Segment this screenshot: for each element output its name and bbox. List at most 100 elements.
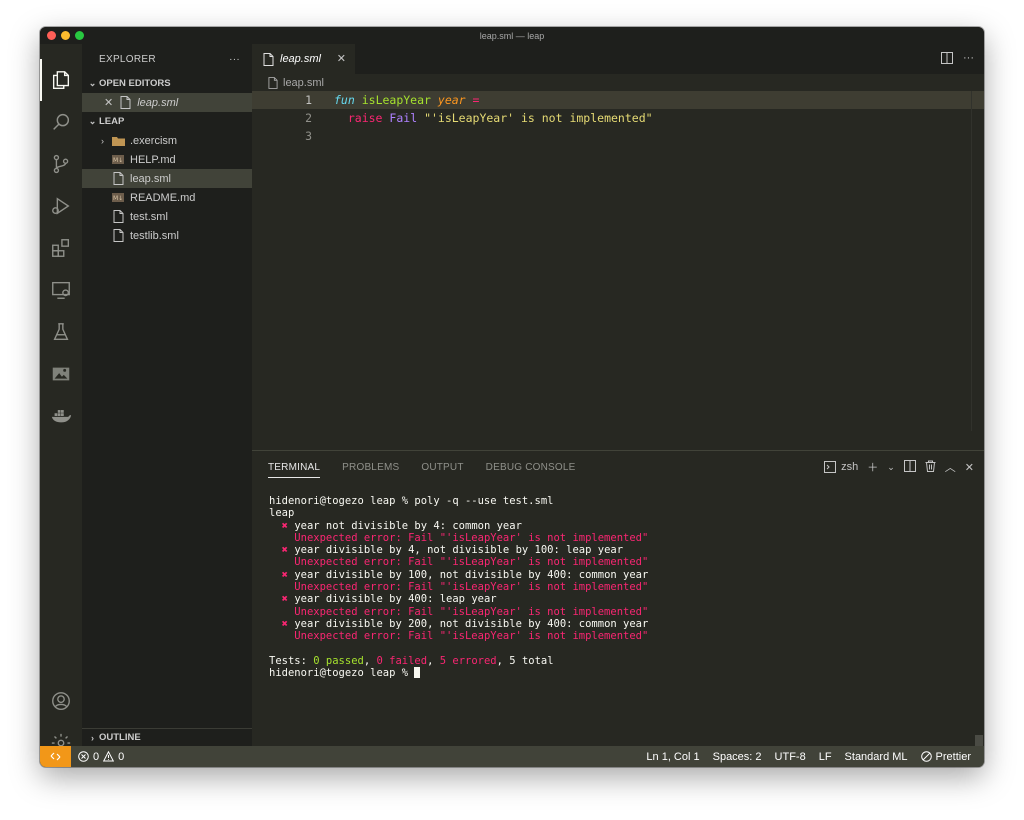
- scrollbar-track[interactable]: [971, 91, 972, 431]
- editor-actions: ···: [941, 52, 974, 67]
- indentation[interactable]: Spaces: 2: [713, 751, 762, 763]
- test-error: Unexpected error: Fail "'isLeapYear' is …: [294, 605, 649, 618]
- encoding[interactable]: UTF-8: [775, 751, 806, 763]
- run-debug-icon[interactable]: [40, 185, 82, 227]
- close-icon[interactable]: ✕: [104, 96, 113, 109]
- tree-item-help[interactable]: M↓ HELP.md: [82, 150, 252, 169]
- chevron-down-icon[interactable]: ⌄: [887, 462, 895, 473]
- outline-section[interactable]: › OUTLINE: [82, 728, 252, 746]
- test-error: Unexpected error: Fail "'isLeapYear' is …: [294, 556, 649, 569]
- test-error: Unexpected error: Fail "'isLeapYear' is …: [294, 531, 649, 544]
- line-number: 1: [305, 93, 312, 107]
- remote-indicator-icon[interactable]: [40, 746, 71, 767]
- code-editor[interactable]: 1 fun isLeapYear year = 2 raise Fail "'i…: [252, 91, 984, 145]
- title-bar: leap.sml — leap: [40, 27, 984, 44]
- status-right: Ln 1, Col 1 Spaces: 2 UTF-8 LF Standard …: [646, 746, 971, 767]
- tab-label: leap.sml: [280, 53, 321, 65]
- markdown-icon: M↓: [111, 153, 125, 167]
- warning-icon: [103, 751, 115, 762]
- keyword-token: raise: [347, 111, 383, 125]
- extensions-icon[interactable]: [40, 227, 82, 269]
- file-icon: [268, 77, 278, 89]
- open-editors-label: OPEN EDITORS: [99, 78, 171, 89]
- fail-mark-icon: ✖: [281, 617, 288, 630]
- fail-mark-icon: ✖: [281, 593, 288, 606]
- svg-text:M↓: M↓: [113, 157, 123, 164]
- tab-leap-sml[interactable]: leap.sml ✕: [252, 44, 355, 74]
- chevron-down-icon: ⌄: [88, 116, 97, 126]
- leap-folder-section[interactable]: ⌄ LEAP: [82, 112, 252, 131]
- maximize-window-button[interactable]: [75, 31, 84, 40]
- terminal-output[interactable]: hidenori@togezo leap % poly -q --use tes…: [269, 495, 648, 679]
- test-summary: Tests: 0 passed, 0 failed, 5 errored, 5 …: [269, 654, 554, 667]
- window-title: leap.sml — leap: [479, 30, 545, 41]
- open-editors-section[interactable]: ⌄ OPEN EDITORS: [82, 74, 252, 93]
- function-name-token: isLeapYear: [361, 93, 431, 107]
- test-name: year not divisible by 4: common year: [294, 519, 522, 532]
- parameter-token: year: [437, 93, 466, 107]
- chevron-right-icon: ›: [101, 135, 104, 146]
- prettier-status[interactable]: Prettier: [920, 751, 971, 763]
- more-actions-icon[interactable]: ···: [229, 54, 240, 65]
- fail-mark-icon: ✖: [281, 544, 288, 557]
- code-line[interactable]: 1 fun isLeapYear year =: [252, 91, 984, 109]
- close-icon[interactable]: ✕: [337, 52, 346, 65]
- tree-item-exercism[interactable]: › .exercism: [82, 131, 252, 150]
- explorer-icon[interactable]: [40, 59, 82, 101]
- test-name: year divisible by 200, not divisible by …: [294, 617, 649, 630]
- cursor-position[interactable]: Ln 1, Col 1: [646, 751, 699, 763]
- image-preview-icon[interactable]: [40, 353, 82, 395]
- end-of-line[interactable]: LF: [819, 751, 832, 763]
- error-icon: [78, 751, 89, 762]
- keyword-token: fun: [334, 93, 355, 107]
- more-actions-icon[interactable]: ···: [963, 52, 974, 67]
- breadcrumb[interactable]: leap.sml: [252, 74, 984, 92]
- tree-item-test-sml[interactable]: test.sml: [82, 207, 252, 226]
- prettier-off-icon: [920, 751, 932, 762]
- trash-icon[interactable]: [925, 460, 936, 475]
- close-window-button[interactable]: [47, 31, 56, 40]
- accounts-icon[interactable]: [40, 680, 82, 722]
- testing-icon[interactable]: [40, 311, 82, 353]
- fail-mark-icon: ✖: [281, 568, 288, 581]
- status-bar: 0 0 Ln 1, Col 1 Spaces: 2 UTF-8 LF Stand…: [40, 746, 984, 767]
- close-panel-icon[interactable]: ✕: [965, 461, 974, 474]
- tab-problems[interactable]: PROBLEMS: [342, 462, 399, 473]
- code-line[interactable]: 3: [252, 127, 984, 145]
- terminal-command: hidenori@togezo leap % poly -q --use tes…: [269, 495, 554, 507]
- tab-terminal[interactable]: TERMINAL: [268, 457, 321, 478]
- chevron-down-icon: ⌄: [88, 78, 97, 88]
- tab-bar: leap.sml ✕ ···: [252, 44, 984, 74]
- problems-indicator[interactable]: 0 0: [71, 751, 124, 763]
- code-line[interactable]: 2 raise Fail "'isLeapYear' is not implem…: [252, 109, 984, 127]
- fail-mark-icon: ✖: [281, 519, 288, 532]
- file-icon: [263, 52, 274, 66]
- activity-bar: [40, 44, 82, 753]
- terminal-prompt: hidenori@togezo leap %: [269, 667, 415, 680]
- source-control-icon[interactable]: [40, 143, 82, 185]
- split-terminal-icon[interactable]: [903, 459, 916, 475]
- new-terminal-icon[interactable]: ＋: [867, 459, 878, 475]
- tree-item-leap-sml[interactable]: leap.sml: [82, 169, 252, 188]
- markdown-icon: M↓: [111, 191, 125, 205]
- split-editor-icon[interactable]: [941, 52, 953, 67]
- minimize-window-button[interactable]: [61, 31, 70, 40]
- breadcrumb-file: leap.sml: [283, 77, 324, 89]
- open-editor-item[interactable]: ✕ leap.sml: [82, 93, 252, 112]
- test-error: Unexpected error: Fail "'isLeapYear' is …: [294, 630, 649, 643]
- tree-item-testlib-sml[interactable]: testlib.sml: [82, 226, 252, 245]
- maximize-panel-icon[interactable]: ︿: [945, 459, 956, 475]
- panel-actions: zsh ＋ ⌄ ︿ ✕: [824, 459, 974, 475]
- string-token: "'isLeapYear' is not implemented": [424, 111, 653, 125]
- operator-token: =: [472, 93, 480, 107]
- tree-item-readme[interactable]: M↓ README.md: [82, 188, 252, 207]
- tab-debug-console[interactable]: DEBUG CONSOLE: [486, 462, 576, 473]
- docker-icon[interactable]: [40, 395, 82, 437]
- remote-explorer-icon[interactable]: [40, 269, 82, 311]
- search-icon[interactable]: [40, 101, 82, 143]
- test-name: year divisible by 400: leap year: [294, 593, 497, 606]
- terminal-shell-selector[interactable]: zsh: [824, 461, 858, 473]
- folder-icon: [111, 134, 125, 148]
- tab-output[interactable]: OUTPUT: [421, 462, 463, 473]
- language-mode[interactable]: Standard ML: [845, 751, 908, 763]
